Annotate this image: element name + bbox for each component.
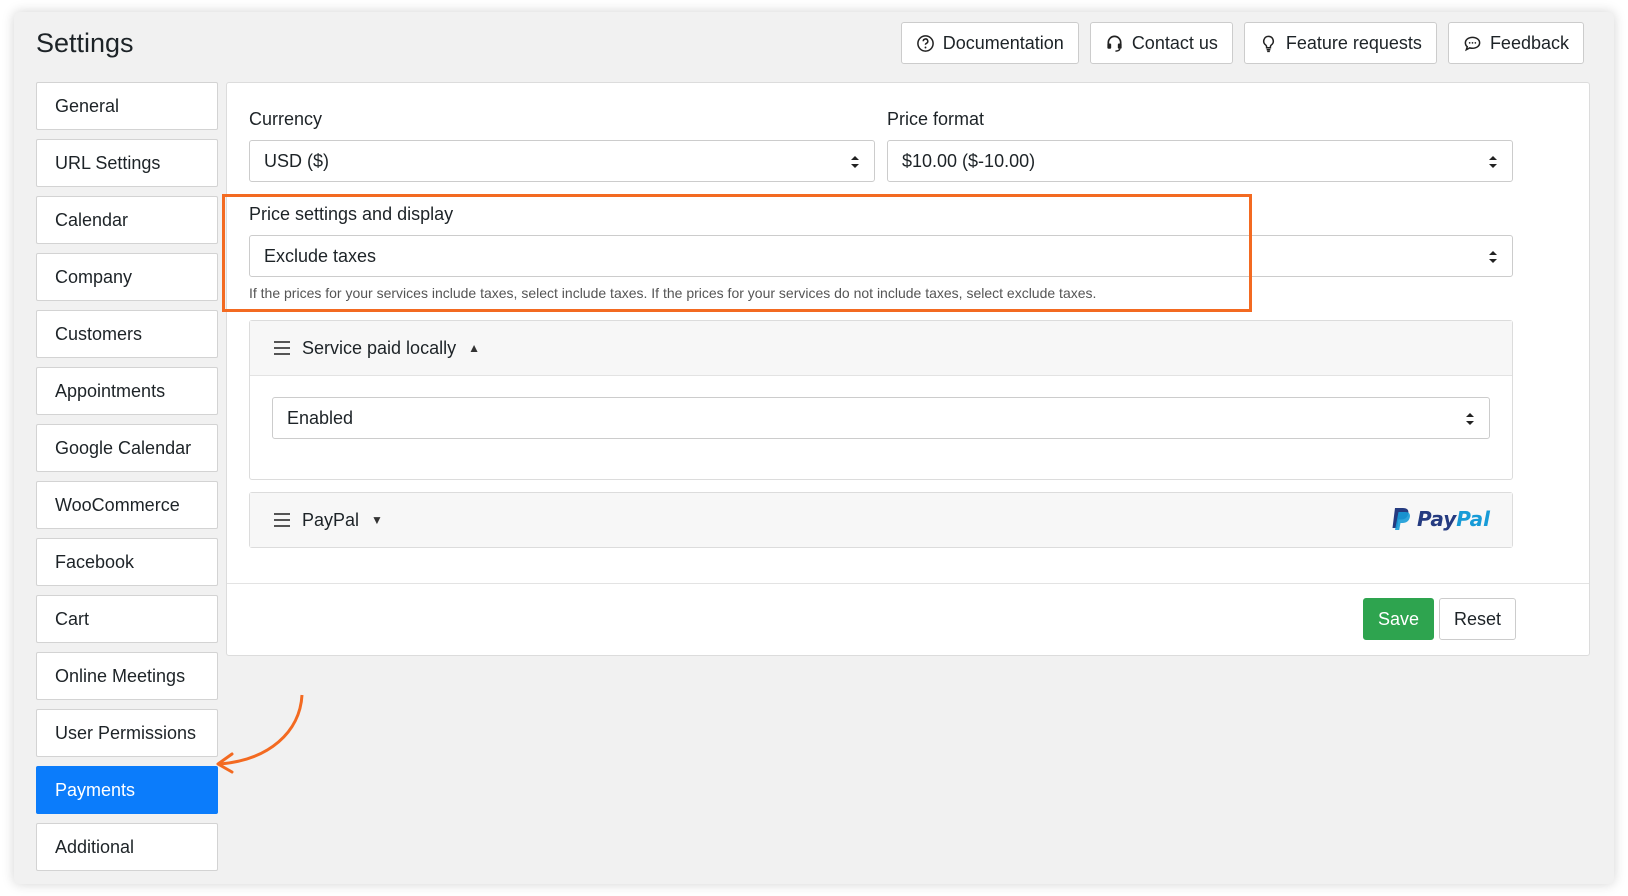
feature-requests-label: Feature requests (1285, 32, 1422, 53)
select-arrows-icon (1489, 251, 1497, 263)
feedback-button[interactable]: Feedback (1447, 22, 1584, 64)
settings-sidebar: General URL Settings Calendar Company Cu… (36, 82, 218, 880)
paypal-card: PayPal ▼ PayPal (249, 492, 1513, 548)
select-arrows-icon (851, 156, 859, 168)
currency-value: USD ($) (264, 150, 330, 171)
documentation-label: Documentation (942, 32, 1064, 53)
contact-us-button[interactable]: Contact us (1089, 22, 1233, 64)
pointer-arrow (216, 694, 304, 774)
price-format-value: $10.00 ($-10.00) (902, 150, 1036, 171)
lightbulb-icon (1262, 35, 1274, 52)
save-button[interactable]: Save (1363, 598, 1435, 640)
paypal-header[interactable]: PayPal ▼ PayPal (250, 493, 1512, 547)
sidebar-item-company[interactable]: Company (36, 253, 218, 301)
service-paid-locally-value: Enabled (287, 407, 354, 428)
feedback-label: Feedback (1489, 32, 1569, 53)
price-settings-highlight-box (222, 194, 1252, 312)
sidebar-item-url-settings[interactable]: URL Settings (36, 139, 218, 187)
drag-handle-icon[interactable] (274, 341, 290, 355)
service-paid-locally-card: Service paid locally ▲ Enabled (249, 320, 1513, 480)
top-actions: Documentation Contact us Feature request… (900, 22, 1584, 64)
select-arrows-icon (1466, 413, 1474, 425)
currency-select[interactable]: USD ($) (249, 140, 875, 182)
sidebar-item-online-meetings[interactable]: Online Meetings (36, 652, 218, 700)
caret-down-icon: ▼ (371, 513, 383, 527)
payments-panel: Currency USD ($) Price format $10.00 ($-… (226, 82, 1590, 656)
paypal-title: PayPal (302, 509, 360, 530)
sidebar-item-payments[interactable]: Payments (36, 766, 218, 814)
service-paid-locally-title: Service paid locally (302, 337, 457, 358)
price-format-label: Price format (887, 109, 985, 129)
paypal-logo: PayPal (1391, 507, 1490, 531)
paypal-logo-text: PayPal (1416, 507, 1490, 531)
sidebar-item-facebook[interactable]: Facebook (36, 538, 218, 586)
help-circle-icon (916, 34, 934, 52)
sidebar-item-google-calendar[interactable]: Google Calendar (36, 424, 218, 472)
page-title: Settings (36, 28, 134, 58)
paypal-p-icon (1392, 508, 1410, 530)
reset-button[interactable]: Reset (1439, 598, 1517, 640)
sidebar-item-general[interactable]: General (36, 82, 218, 130)
contact-us-label: Contact us (1131, 32, 1218, 53)
select-arrows-icon (1489, 156, 1497, 168)
price-format-select[interactable]: $10.00 ($-10.00) (887, 140, 1513, 182)
sidebar-item-additional[interactable]: Additional (36, 823, 218, 871)
drag-handle-icon[interactable] (274, 513, 290, 527)
sidebar-item-cart[interactable]: Cart (36, 595, 218, 643)
sidebar-item-calendar[interactable]: Calendar (36, 196, 218, 244)
feature-requests-button[interactable]: Feature requests (1243, 22, 1437, 64)
headset-icon (1107, 35, 1122, 52)
panel-footer-divider (227, 583, 1589, 584)
sidebar-item-appointments[interactable]: Appointments (36, 367, 218, 415)
chat-bubble-icon (1464, 36, 1481, 51)
currency-label: Currency (249, 109, 323, 129)
caret-up-icon: ▲ (468, 341, 480, 355)
sidebar-item-user-permissions[interactable]: User Permissions (36, 709, 218, 757)
service-paid-locally-select[interactable]: Enabled (272, 397, 1490, 439)
service-paid-locally-header[interactable]: Service paid locally ▲ (250, 321, 1512, 375)
sidebar-item-woocommerce[interactable]: WooCommerce (36, 481, 218, 529)
sidebar-item-customers[interactable]: Customers (36, 310, 218, 358)
documentation-button[interactable]: Documentation (900, 22, 1079, 64)
